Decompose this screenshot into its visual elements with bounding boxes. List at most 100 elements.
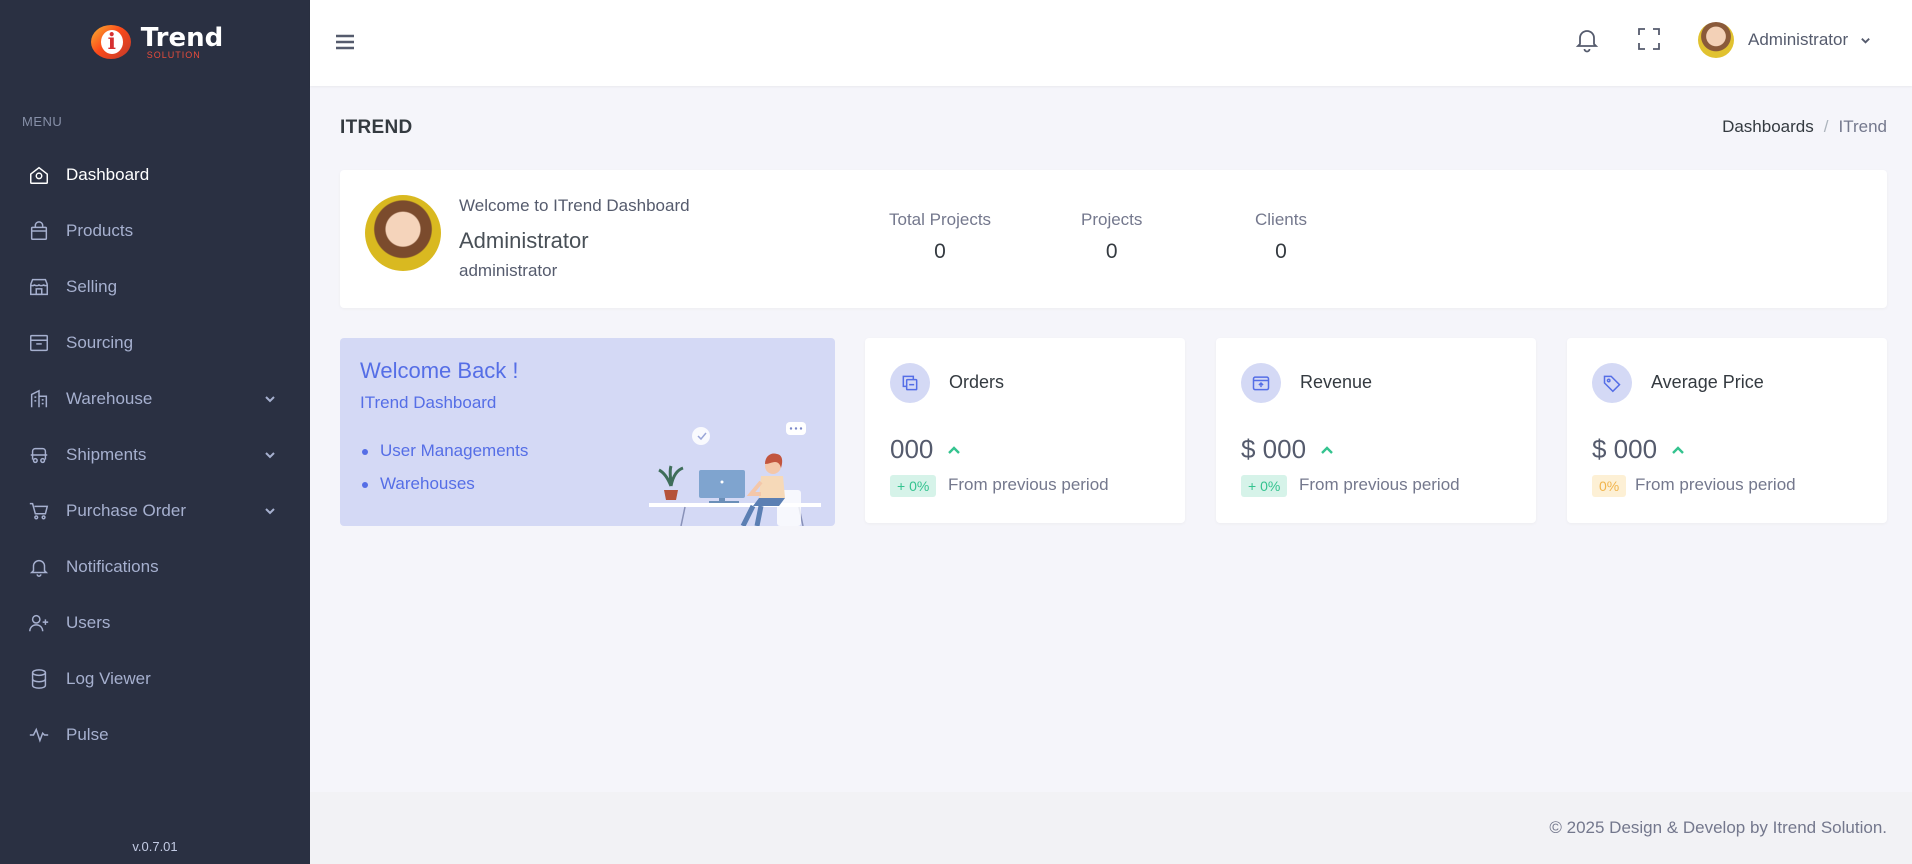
topbar: Administrator [310,0,1912,86]
welcome-card: Welcome Back ! ITrend Dashboard User Man… [340,338,835,526]
cart-icon [29,502,49,520]
logo-word: Trend [140,22,224,53]
kpi-change-badge: + 0% [1241,475,1288,497]
bag-icon [30,221,48,240]
bell-icon [29,559,49,577]
sidebar: i Trend SOLUTION MENU Dashboard Products… [0,0,310,864]
chevron-down-icon [265,396,275,403]
kpi-change-badge: 0% [1592,475,1627,497]
stat-label: Clients [1255,210,1307,229]
sidebar-item-log-viewer[interactable]: Log Viewer [0,651,310,707]
kpi-title: Revenue [1300,372,1373,392]
chevron-up-icon [1321,445,1333,454]
app-version: v.0.7.01 [132,839,178,854]
truck-icon [30,447,48,464]
welcome-text: Welcome to ITrend Dashboard [459,196,690,215]
link-user-managements[interactable]: User Managements [361,441,528,461]
link-warehouses[interactable]: Warehouses [361,474,528,494]
welcome-subtitle: ITrend Dashboard [360,393,497,412]
stat-value: 0 [934,240,946,263]
fullscreen-icon [1638,28,1660,50]
kpi-title: Orders [949,372,1005,392]
user-plus-icon [29,614,49,632]
kpi-value: $ 000 [1241,434,1334,465]
sidebar-item-label: Purchase Order [66,501,186,520]
breadcrumb-current: ITrend [1838,117,1887,136]
kpi-footnote: From previous period [1635,475,1796,494]
sidebar-item-label: Shipments [66,445,147,464]
fullscreen-button[interactable] [1634,24,1664,54]
kpi-value: 000 [890,434,961,465]
building-icon [30,389,48,408]
kpi-icon-wrap [1241,363,1281,403]
copy-icon [902,375,918,391]
hamburger-icon [336,34,354,50]
sidebar-item-label: Notifications [66,557,159,576]
sidebar-item-label: Log Viewer [66,669,151,688]
page-title: ITREND [340,117,413,138]
sidebar-item-dashboard[interactable]: Dashboard [0,147,310,203]
footer: © 2025 Design & Develop by Itrend Soluti… [310,792,1912,864]
stat-value: 0 [1275,240,1287,263]
stat-total-projects: Total Projects 0 [889,210,991,264]
kpi-title: Average Price [1651,372,1764,392]
logo-mark-icon: i [87,21,137,63]
sidebar-item-label: Products [66,221,134,240]
kpi-icon-wrap [1592,363,1632,403]
sidebar-item-shipments[interactable]: Shipments [0,427,310,483]
kpi-average-price-card: Average Price $ 000 0% From previous per… [1567,338,1887,523]
sidebar-item-users[interactable]: Users [0,595,310,651]
notifications-button[interactable] [1572,24,1602,54]
stat-label: Total Projects [889,210,992,229]
database-icon [31,669,47,689]
breadcrumb-dashboards[interactable]: Dashboards [1722,117,1814,137]
sidebar-item-products[interactable]: Products [0,203,310,259]
user-name: Administrator [1748,30,1849,49]
archive-icon [30,334,48,352]
store-icon [30,278,48,296]
kpi-value-text: $ 000 [1592,434,1658,464]
chevron-down-icon [1861,37,1870,44]
sidebar-item-selling[interactable]: Selling [0,259,310,315]
sidebar-item-label: Selling [66,277,118,296]
chevron-up-icon [1672,445,1684,454]
brand-logo[interactable]: i Trend SOLUTION [0,0,310,84]
kpi-revenue-card: Revenue $ 000 + 0% From previous period [1216,338,1536,523]
profile-card: Welcome to ITrend Dashboard Administrato… [340,170,1887,308]
kpi-icon-wrap [890,363,930,403]
kpi-value-text: 000 [890,434,934,464]
sidebar-item-warehouse[interactable]: Warehouse [0,371,310,427]
chevron-up-icon [948,445,961,454]
breadcrumb-separator: / [1823,117,1829,136]
chevron-down-icon [265,508,275,515]
kpi-change-badge: + 0% [890,475,937,497]
desk-illustration [649,422,821,526]
stat-label: Projects [1081,210,1143,229]
sidebar-item-label: Dashboard [66,165,150,184]
profile-name: Administrator [459,228,589,253]
archive-box-icon [1252,376,1270,391]
kpi-value-text: $ 000 [1241,434,1307,464]
welcome-title: Welcome Back ! [360,358,519,383]
kpi-value: $ 000 [1592,434,1685,465]
sidebar-item-purchase-order[interactable]: Purchase Order [0,483,310,539]
bell-icon [1575,30,1599,53]
chevron-down-icon [265,452,275,459]
sidebar-item-label: Sourcing [66,333,134,352]
stat-clients: Clients 0 [1255,210,1307,264]
sidebar-item-label: Warehouse [66,389,153,408]
pulse-icon [29,727,49,743]
tag-icon [1603,375,1621,393]
footer-copyright: © 2025 Design & Develop by Itrend Soluti… [1549,818,1887,837]
home-icon [30,166,48,184]
stat-projects: Projects 0 [1081,210,1142,264]
user-menu[interactable]: Administrator [1698,22,1871,58]
menu-toggle-button[interactable] [332,29,358,55]
breadcrumb: Dashboards / ITrend [1722,117,1887,137]
sidebar-item-pulse[interactable]: Pulse [0,707,310,763]
sidebar-item-notifications[interactable]: Notifications [0,539,310,595]
profile-role: administrator [459,261,558,280]
menu-title: MENU [22,114,63,129]
sidebar-item-sourcing[interactable]: Sourcing [0,315,310,371]
kpi-footnote: From previous period [1299,475,1460,494]
